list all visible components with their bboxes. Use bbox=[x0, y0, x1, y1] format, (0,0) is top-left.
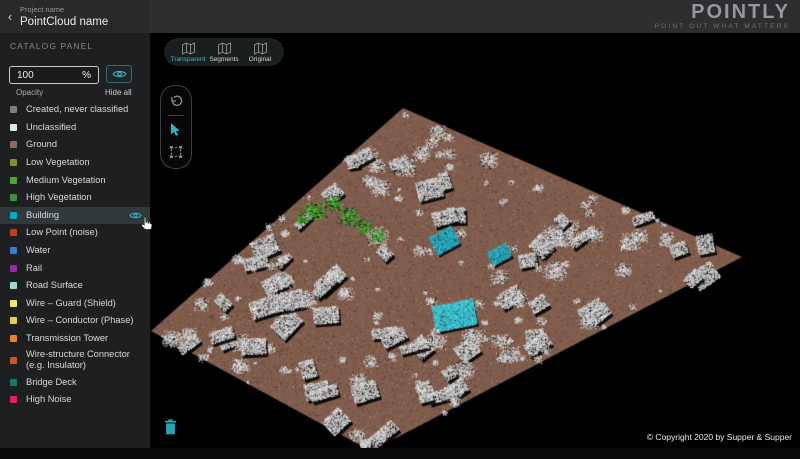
back-chevron-icon[interactable]: ‹ bbox=[0, 0, 20, 33]
opacity-label: Opacity bbox=[16, 88, 43, 97]
pointly-app: ‹ Project name PointCloud name POINTLY P… bbox=[0, 0, 800, 459]
class-color-swatch bbox=[10, 159, 17, 166]
tab-original[interactable]: Original bbox=[243, 42, 277, 63]
class-label: Wire – Conductor (Phase) bbox=[26, 313, 133, 328]
class-color-swatch bbox=[10, 229, 17, 236]
project-name: PointCloud name bbox=[20, 16, 108, 28]
view-mode-tabs: TransparentSegments Original bbox=[164, 38, 284, 66]
class-label: Transmission Tower bbox=[26, 331, 108, 346]
tab-label: Segments bbox=[209, 56, 238, 63]
catalog-panel-title: CATALOG PANEL bbox=[10, 41, 93, 51]
class-row-medium-vegetation[interactable]: Medium Vegetation bbox=[0, 171, 150, 189]
class-color-swatch bbox=[10, 300, 17, 307]
class-color-swatch bbox=[10, 357, 17, 364]
class-label: Water bbox=[26, 243, 50, 258]
viewport-3d: TransparentSegments Original bbox=[150, 33, 800, 448]
class-row-rail[interactable]: Rail bbox=[0, 259, 150, 277]
class-color-swatch bbox=[10, 317, 17, 324]
mouse-hand-cursor bbox=[139, 216, 154, 237]
logo-tagline: POINT OUT WHAT MATTERS bbox=[655, 23, 790, 30]
class-color-swatch bbox=[10, 396, 17, 403]
class-row-wire-conductor-phase[interactable]: Wire – Conductor (Phase) bbox=[0, 312, 150, 330]
cursor-icon bbox=[170, 123, 182, 137]
class-color-swatch bbox=[10, 247, 17, 254]
class-label: Wire-structure Connector (e.g. Insulator… bbox=[26, 347, 142, 373]
eye-icon bbox=[112, 69, 127, 79]
select-cursor-button[interactable] bbox=[170, 121, 182, 138]
class-label: Ground bbox=[26, 137, 57, 152]
undo-icon bbox=[169, 95, 184, 109]
tool-divider bbox=[168, 115, 184, 116]
class-color-swatch bbox=[10, 194, 17, 201]
class-color-swatch bbox=[10, 335, 17, 342]
opacity-unit: % bbox=[82, 70, 98, 81]
class-row-building[interactable]: Building bbox=[0, 207, 150, 225]
opacity-input[interactable] bbox=[10, 70, 82, 81]
class-row-created-never-classified[interactable]: Created, never classified bbox=[0, 101, 150, 119]
class-list: Created, never classified Unclassified Gro… bbox=[0, 101, 150, 409]
copyright-text: © Copyright 2020 by Supper & Supper bbox=[647, 432, 792, 442]
tab-label: Transparent bbox=[171, 56, 206, 63]
class-label: Unclassified bbox=[26, 120, 76, 135]
class-label: Medium Vegetation bbox=[26, 173, 106, 188]
class-label: Created, never classified bbox=[26, 102, 128, 117]
tab-transparent[interactable]: Transparent bbox=[171, 42, 205, 63]
class-row-unclassified[interactable]: Unclassified bbox=[0, 119, 150, 137]
class-label: Low Point (noise) bbox=[26, 225, 98, 240]
class-row-low-vegetation[interactable]: Low Vegetation bbox=[0, 154, 150, 172]
class-row-high-vegetation[interactable]: High Vegetation bbox=[0, 189, 150, 207]
hide-all-label: Hide all bbox=[105, 88, 132, 97]
delete-selection-button[interactable] bbox=[164, 419, 177, 435]
bottom-strip bbox=[0, 448, 800, 459]
class-row-bridge-deck[interactable]: Bridge Deck bbox=[0, 373, 150, 391]
class-label: Rail bbox=[26, 261, 42, 276]
class-label: High Noise bbox=[26, 392, 71, 407]
lasso-select-button[interactable] bbox=[169, 143, 183, 160]
class-color-swatch bbox=[10, 177, 17, 184]
class-label: Building bbox=[26, 208, 59, 223]
class-label: Road Surface bbox=[26, 278, 83, 293]
class-row-water[interactable]: Water bbox=[0, 242, 150, 260]
opacity-input-box: % bbox=[9, 66, 99, 84]
top-bar: ‹ Project name PointCloud name POINTLY P… bbox=[0, 0, 800, 33]
eye-icon bbox=[112, 69, 127, 79]
class-color-swatch bbox=[10, 282, 17, 289]
hide-all-button[interactable] bbox=[106, 65, 132, 83]
class-label: Wire – Guard (Shield) bbox=[26, 296, 116, 311]
class-row-high-noise[interactable]: High Noise bbox=[0, 391, 150, 409]
project-header: ‹ Project name PointCloud name bbox=[0, 0, 150, 33]
trash-icon bbox=[164, 419, 177, 435]
class-label: Low Vegetation bbox=[26, 155, 90, 170]
pointly-logo: POINTLY POINT OUT WHAT MATTERS bbox=[655, 3, 790, 30]
undo-button[interactable] bbox=[169, 93, 184, 110]
class-row-ground[interactable]: Ground bbox=[0, 136, 150, 154]
tab-label: Original bbox=[249, 56, 271, 63]
class-color-swatch bbox=[10, 212, 17, 219]
class-row-transmission-tower[interactable]: Transmission Tower bbox=[0, 330, 150, 348]
class-color-swatch bbox=[10, 265, 17, 272]
class-row-low-point-noise[interactable]: Low Point (noise) bbox=[0, 224, 150, 242]
class-row-wire-structure-connector-e-g-insulator[interactable]: Wire-structure Connector (e.g. Insulator… bbox=[0, 347, 150, 373]
project-label: Project name bbox=[20, 5, 108, 14]
catalog-panel: CATALOG PANEL % Opacity Hide all Created… bbox=[0, 33, 150, 448]
tab-segments[interactable]: Segments bbox=[207, 42, 241, 63]
class-label: High Vegetation bbox=[26, 190, 92, 205]
map-icon bbox=[253, 42, 268, 55]
class-color-swatch bbox=[10, 379, 17, 386]
class-color-swatch bbox=[10, 106, 17, 113]
lasso-select-icon bbox=[169, 145, 183, 159]
class-label: Bridge Deck bbox=[26, 375, 77, 390]
class-row-wire-guard-shield[interactable]: Wire – Guard (Shield) bbox=[0, 295, 150, 313]
tool-palette bbox=[160, 85, 192, 169]
project-titles: Project name PointCloud name bbox=[20, 5, 108, 28]
logo-title: POINTLY bbox=[655, 3, 790, 22]
class-color-swatch bbox=[10, 141, 17, 148]
class-color-swatch bbox=[10, 124, 17, 131]
pointcloud-canvas[interactable] bbox=[150, 33, 800, 448]
map-icon bbox=[217, 42, 232, 55]
map-icon bbox=[181, 42, 196, 55]
class-row-road-surface[interactable]: Road Surface bbox=[0, 277, 150, 295]
